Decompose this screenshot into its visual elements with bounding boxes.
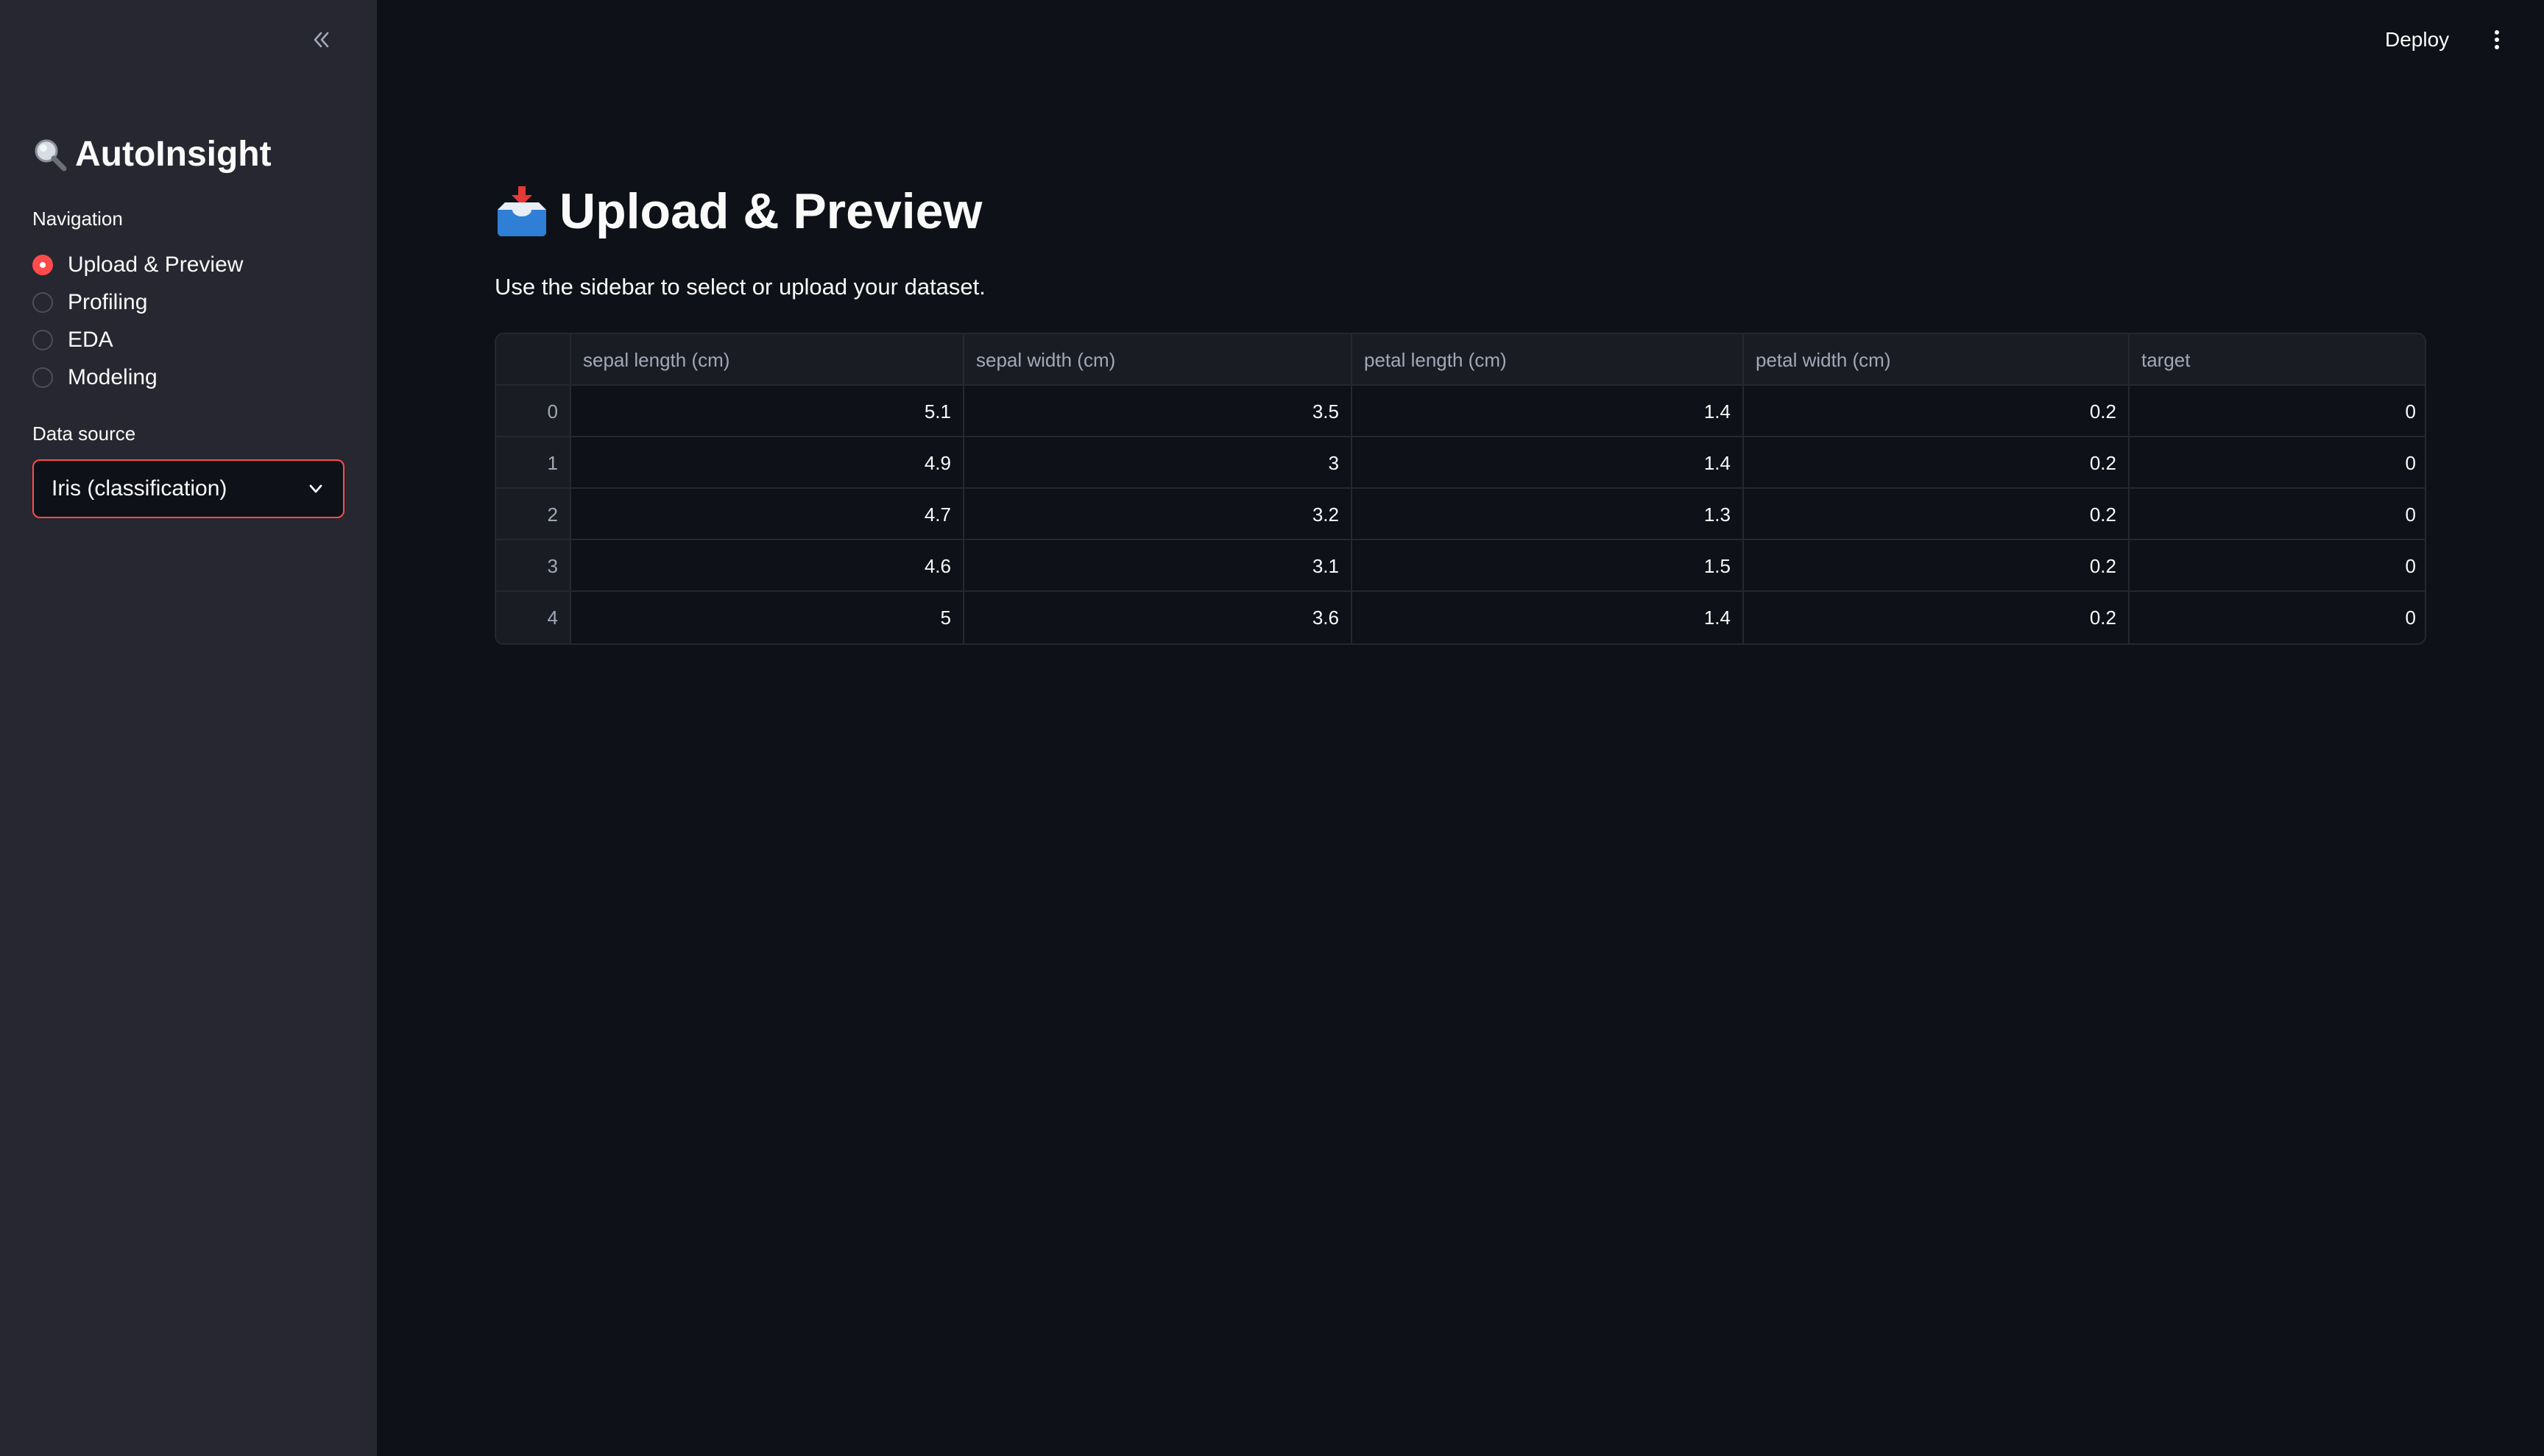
table-cell[interactable]: 3.6: [964, 592, 1352, 643]
radio-unselected-icon: [32, 329, 53, 350]
page-title-text: Upload & Preview: [559, 183, 983, 239]
chevron-down-icon: [309, 484, 322, 493]
table-cell[interactable]: 1.4: [1352, 386, 1744, 437]
table-cell[interactable]: 1.5: [1352, 540, 1744, 592]
data-grid: sepal length (cm) sepal width (cm) petal l…: [496, 334, 2425, 643]
table-cell[interactable]: 5.1: [571, 386, 964, 437]
nav-option-label: Modeling: [68, 364, 158, 389]
table-cell[interactable]: 1.4: [1352, 437, 1744, 489]
nav-option-profiling[interactable]: Profiling: [32, 283, 243, 321]
nav-option-modeling[interactable]: Modeling: [32, 358, 243, 396]
inbox-tray-icon: [498, 186, 546, 236]
data-preview-table[interactable]: sepal length (cm) sepal width (cm) petal l…: [495, 333, 2426, 645]
table-cell[interactable]: 1.4: [1352, 592, 1744, 643]
page-subtitle: Use the sidebar to select or upload your…: [495, 274, 986, 300]
magnifying-glass-icon: [35, 139, 67, 171]
column-header[interactable]: sepal width (cm): [964, 334, 1352, 386]
collapse-sidebar-button[interactable]: [303, 22, 339, 57]
table-cell[interactable]: 0: [2130, 489, 2425, 540]
radio-unselected-icon: [32, 291, 53, 313]
page-title: Upload & Preview: [495, 183, 982, 240]
column-header[interactable]: petal width (cm): [1744, 334, 2130, 386]
double-chevron-left-icon: [314, 32, 329, 48]
nav-option-label: EDA: [68, 327, 113, 352]
table-cell[interactable]: 4.6: [571, 540, 964, 592]
app-title: AutoInsight: [32, 134, 272, 174]
table-cell[interactable]: 0.2: [1744, 386, 2130, 437]
table-cell[interactable]: 4.9: [571, 437, 964, 489]
nav-option-label: Profiling: [68, 289, 148, 314]
navigation-radio-group: Upload & Preview Profiling EDA Modeling: [32, 246, 243, 396]
table-cell[interactable]: 0.2: [1744, 437, 2130, 489]
nav-option-upload-preview[interactable]: Upload & Preview: [32, 246, 243, 283]
table-cell[interactable]: 3.1: [964, 540, 1352, 592]
data-source-value: Iris (classification): [52, 476, 227, 501]
table-cell[interactable]: 0: [2130, 386, 2425, 437]
table-cell[interactable]: 3: [964, 437, 1352, 489]
row-index-cell[interactable]: 4: [496, 592, 571, 643]
table-cell[interactable]: 0.2: [1744, 489, 2130, 540]
data-source-label: Data source: [32, 423, 136, 445]
table-cell[interactable]: 0: [2130, 540, 2425, 592]
row-index-cell[interactable]: 0: [496, 386, 571, 437]
kebab-menu-icon: [2495, 30, 2499, 49]
table-cell[interactable]: 0: [2130, 437, 2425, 489]
column-header[interactable]: target: [2130, 334, 2425, 386]
table-cell[interactable]: 3.5: [964, 386, 1352, 437]
row-index-cell[interactable]: 2: [496, 489, 571, 540]
column-header[interactable]: petal length (cm): [1352, 334, 1744, 386]
table-cell[interactable]: 0.2: [1744, 540, 2130, 592]
table-cell[interactable]: 0: [2130, 592, 2425, 643]
nav-option-eda[interactable]: EDA: [32, 321, 243, 358]
column-header[interactable]: sepal length (cm): [571, 334, 964, 386]
deploy-button[interactable]: Deploy: [2385, 22, 2449, 57]
table-cell[interactable]: 5: [571, 592, 964, 643]
radio-unselected-icon: [32, 367, 53, 388]
table-cell[interactable]: 1.3: [1352, 489, 1744, 540]
nav-option-label: Upload & Preview: [68, 252, 244, 277]
sidebar: AutoInsight Navigation Upload & Preview …: [0, 0, 377, 1456]
table-cell[interactable]: 0.2: [1744, 592, 2130, 643]
row-index-cell[interactable]: 1: [496, 437, 571, 489]
table-cell[interactable]: 3.2: [964, 489, 1352, 540]
navigation-label: Navigation: [32, 208, 123, 230]
app-root: AutoInsight Navigation Upload & Preview …: [0, 0, 2544, 1456]
table-cell[interactable]: 4.7: [571, 489, 964, 540]
main-menu-button[interactable]: [2481, 22, 2513, 57]
radio-selected-icon: [32, 254, 53, 275]
column-header[interactable]: [496, 334, 571, 386]
app-title-text: AutoInsight: [75, 135, 272, 174]
data-source-select[interactable]: Iris (classification): [32, 459, 344, 518]
row-index-cell[interactable]: 3: [496, 540, 571, 592]
